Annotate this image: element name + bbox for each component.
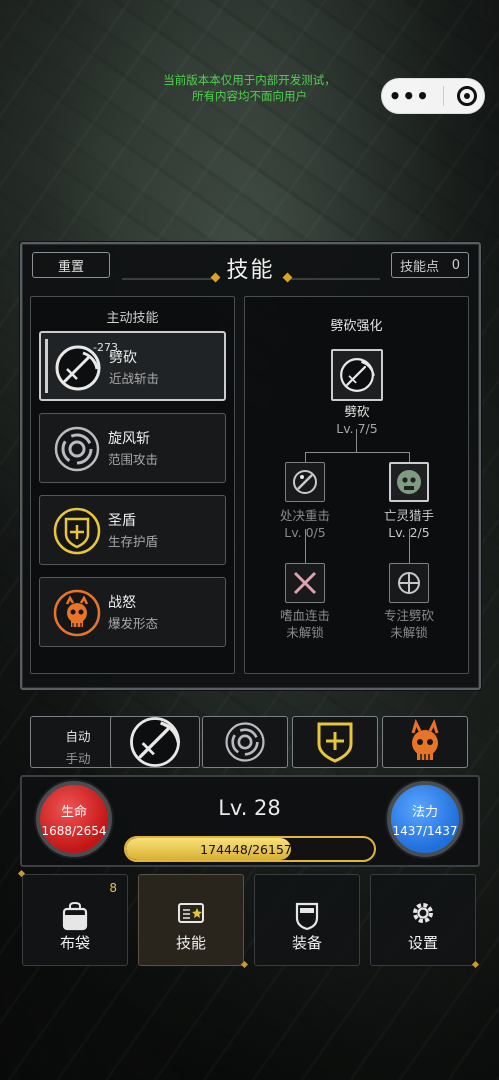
crosshair-icon — [398, 572, 420, 594]
skill-slot-1[interactable] — [110, 716, 200, 768]
skill-points-value: 0 — [451, 257, 460, 273]
nav-label: 装备 — [291, 934, 322, 952]
skill-desc: 生存护盾 — [108, 534, 159, 549]
tree-root-name: 劈砍 — [344, 404, 370, 419]
mp-value: 1437/1437 — [392, 823, 458, 838]
nav-bag[interactable]: 8 布袋 — [22, 874, 128, 966]
whirlwind-icon — [225, 722, 265, 762]
tree-node-undead-hunter[interactable] — [389, 462, 429, 502]
rage-skull-icon — [52, 588, 102, 638]
skill-desc: 近战斩击 — [109, 371, 160, 386]
tree-node-status: 未解锁 — [286, 625, 324, 640]
title-divider-right — [290, 278, 380, 280]
skill-tree: 劈砍强化 劈砍 Lv. 7/5 处决重击 Lv. 0/5 亡灵猎手 Lv. 2/… — [244, 296, 469, 674]
miniprogram-capsule: ••• — [381, 78, 485, 114]
tree-node-execute[interactable] — [285, 462, 325, 502]
undead-skull-icon — [397, 470, 421, 494]
skill-name: 战怒 — [108, 595, 136, 611]
bag-count-badge: 8 — [109, 881, 117, 895]
skill-points-box: 技能点 0 — [391, 252, 469, 278]
tree-node-status: Lv. 0/5 — [284, 525, 326, 540]
tree-node-focused-slash[interactable] — [389, 563, 429, 603]
hp-value: 1688/2654 — [41, 823, 107, 838]
nav-equipment[interactable]: 装备 — [254, 874, 360, 966]
whirlwind-icon — [52, 424, 102, 474]
nav-skills[interactable]: 技能 — [138, 874, 244, 966]
tree-node-name: 专注劈砍 — [383, 608, 434, 623]
nav-ornament — [240, 960, 249, 969]
nav-ornament — [471, 960, 480, 969]
tree-connector — [409, 452, 410, 462]
skill-book-icon — [178, 903, 204, 923]
skill-points-label: 技能点 — [400, 259, 440, 275]
skill-slot-4[interactable] — [382, 716, 468, 768]
more-dots-icon[interactable]: ••• — [389, 86, 430, 106]
tree-node-slash[interactable] — [331, 349, 383, 401]
tree-node-bloodthirst[interactable] — [285, 563, 325, 603]
skill-card-holy-shield[interactable]: 圣盾 生存护盾 — [39, 495, 226, 565]
blood-combo-icon — [293, 571, 317, 595]
tree-connector — [305, 452, 306, 462]
tree-root-level: Lv. 7/5 — [336, 421, 378, 436]
tree-node-status: Lv. 2/5 — [388, 525, 430, 540]
rage-skull-icon — [411, 719, 439, 760]
xp-text: 174448/261576 — [200, 842, 300, 857]
bag-icon — [62, 901, 88, 931]
skill-bar: 自动 手动 — [20, 712, 480, 772]
skill-panel: 重置 技能 技能点 0 主动技能 -273 劈砍 近战斩击 旋风斩 范围攻击 圣… — [20, 242, 481, 690]
player-level: Lv. 28 — [218, 796, 281, 820]
tree-node-name: 处决重击 — [279, 508, 330, 523]
skill-desc: 范围攻击 — [108, 452, 159, 467]
skill-card-slash[interactable]: -273 劈砍 近战斩击 — [39, 331, 226, 401]
gear-icon — [413, 903, 433, 923]
tree-node-name: 亡灵猎手 — [383, 508, 434, 523]
active-skills-list: 主动技能 -273 劈砍 近战斩击 旋风斩 范围攻击 圣盾 生存护盾 战怒 爆发… — [30, 296, 235, 674]
skill-tree-title: 劈砍强化 — [330, 319, 383, 334]
target-icon[interactable] — [457, 86, 478, 106]
nav-label: 设置 — [407, 934, 438, 952]
tree-node-name: 嗜血连击 — [279, 608, 330, 623]
holy-shield-icon — [52, 506, 102, 556]
skill-card-whirlwind[interactable]: 旋风斩 范围攻击 — [39, 413, 226, 483]
title-divider-left — [122, 278, 212, 280]
skill-name: 旋风斩 — [108, 431, 150, 447]
sword-slash-icon — [340, 358, 375, 392]
nav-settings[interactable]: 设置 — [370, 874, 476, 966]
skill-slot-3[interactable] — [292, 716, 378, 768]
xp-bar: 174448/261576 — [124, 836, 376, 862]
nav-label: 布袋 — [59, 934, 90, 952]
armor-icon — [295, 902, 319, 931]
holy-shield-icon — [317, 722, 353, 763]
capsule-divider — [443, 86, 445, 106]
active-skills-title: 主动技能 — [106, 311, 159, 326]
skill-desc: 爆发形态 — [108, 616, 159, 631]
skill-slot-2[interactable] — [202, 716, 288, 768]
tree-connector — [305, 452, 409, 453]
sword-slash-icon — [130, 717, 181, 767]
skill-name: 圣盾 — [108, 513, 136, 529]
execute-strike-icon — [293, 470, 317, 494]
tree-node-status: 未解锁 — [390, 625, 428, 640]
nav-label: 技能 — [175, 934, 206, 952]
selected-indicator — [45, 339, 48, 393]
skill-name: 劈砍 — [109, 350, 137, 366]
skill-card-rage[interactable]: 战怒 爆发形态 — [39, 577, 226, 647]
